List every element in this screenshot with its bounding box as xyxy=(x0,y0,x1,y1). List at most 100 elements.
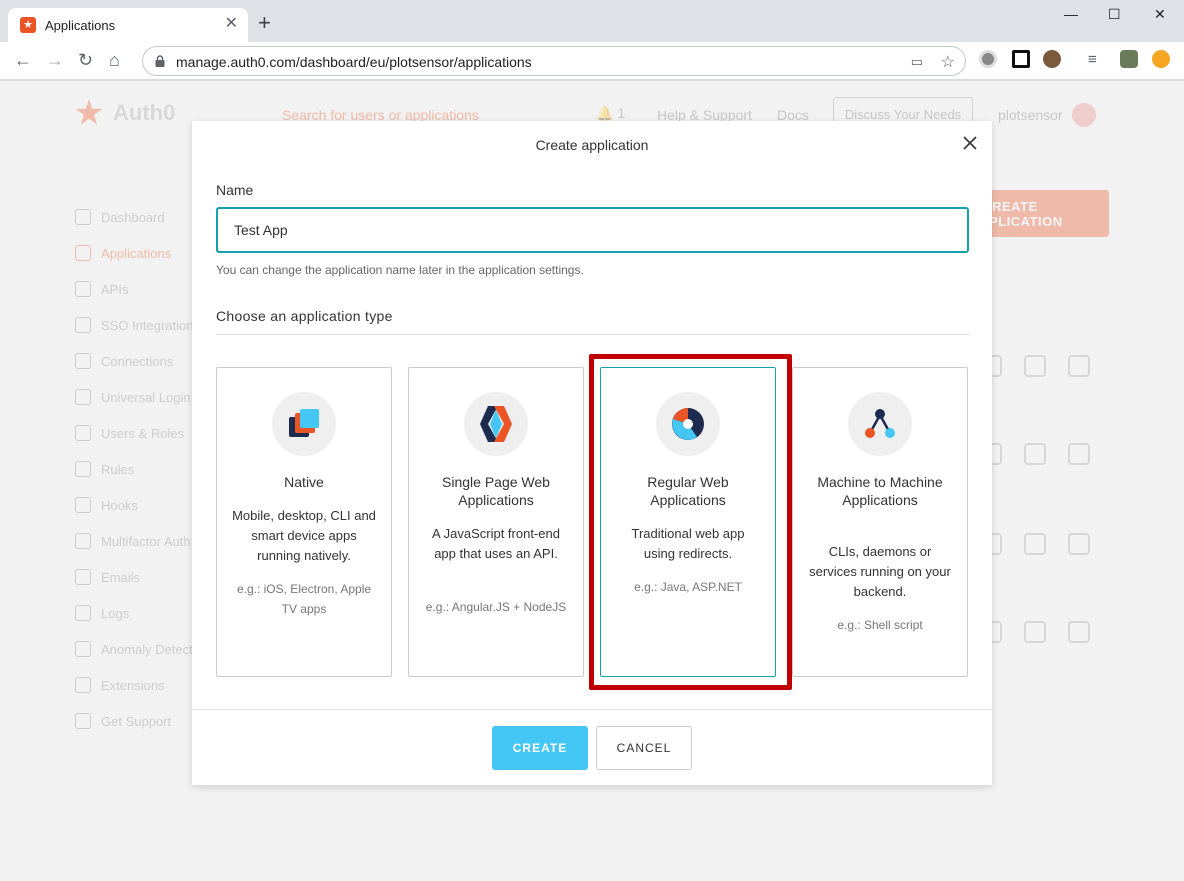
user-avatar[interactable] xyxy=(1072,103,1096,127)
sidebar-item-applications[interactable]: Applications xyxy=(75,235,210,271)
sidebar-item-label: Get Support xyxy=(101,713,172,729)
cast-icon[interactable]: ▭ xyxy=(911,54,923,70)
card-title: Machine to Machine Applications xyxy=(817,474,943,508)
maximize-icon[interactable]: ☐ xyxy=(1108,6,1121,23)
hooks-icon xyxy=(75,497,91,513)
sidebar-item-extensions[interactable]: Extensions xyxy=(75,667,210,703)
share-icon[interactable] xyxy=(1068,533,1090,555)
login-icon xyxy=(75,389,91,405)
media-queue-icon[interactable]: ≡ xyxy=(1088,50,1097,70)
card-title: Native xyxy=(284,474,324,490)
bookmark-star-icon[interactable]: ☆ xyxy=(941,52,955,72)
native-app-icon xyxy=(272,392,336,456)
sidebar-item-hooks[interactable]: Hooks xyxy=(75,487,210,523)
sidebar-nav: Dashboard Applications APIs SSO Integrat… xyxy=(75,199,210,739)
chart-icon[interactable] xyxy=(1068,621,1090,643)
back-arrow-icon[interactable]: ← xyxy=(14,50,32,70)
sidebar-item-label: Applications xyxy=(101,245,172,261)
sidebar-item-emails[interactable]: Emails xyxy=(75,559,210,595)
name-label: Name xyxy=(216,182,254,198)
regular-web-app-icon xyxy=(656,392,720,456)
close-window-icon[interactable]: ✕ xyxy=(1154,6,1166,23)
sidebar-item-label: Universal Login xyxy=(101,389,191,405)
url-text: manage.auth0.com/dashboard/eu/plotsensor… xyxy=(176,54,532,70)
update-icon[interactable] xyxy=(1152,50,1170,68)
sidebar-item-label: APIs xyxy=(101,281,129,297)
chart-icon[interactable] xyxy=(1068,443,1090,465)
sidebar-item-sso[interactable]: SSO Integrations xyxy=(75,307,210,343)
sidebar-item-support[interactable]: Get Support xyxy=(75,703,210,739)
app-type-regular-web[interactable]: Regular Web Applications Traditional web… xyxy=(600,367,776,677)
create-button[interactable]: CREATE xyxy=(492,726,588,770)
card-title: Regular Web Applications xyxy=(647,474,729,508)
cancel-button[interactable]: CANCEL xyxy=(596,726,692,770)
lock-icon xyxy=(155,55,165,67)
sidebar-item-connections[interactable]: Connections xyxy=(75,343,210,379)
extension-circle-icon[interactable] xyxy=(979,50,997,68)
minimize-icon[interactable]: — xyxy=(1064,6,1078,22)
auth0-star-icon xyxy=(75,99,103,125)
app-type-spa[interactable]: Single Page Web Applications A JavaScrip… xyxy=(408,367,584,677)
cloud-icon xyxy=(75,317,91,333)
app-type-native[interactable]: Native Mobile, desktop, CLI and smart de… xyxy=(216,367,392,677)
browser-titlebar: ★ Applications ✕ + — ☐ ✕ xyxy=(0,0,1184,42)
dashboard-icon xyxy=(75,209,91,225)
sidebar-item-logs[interactable]: Logs xyxy=(75,595,210,631)
divider xyxy=(216,334,969,335)
app-row-actions xyxy=(980,621,1112,648)
sidebar-item-dashboard[interactable]: Dashboard xyxy=(75,199,210,235)
app-type-m2m[interactable]: Machine to Machine Applications CLIs, da… xyxy=(792,367,968,677)
mfa-icon xyxy=(75,533,91,549)
application-name-input[interactable] xyxy=(216,207,969,253)
sidebar-item-anomaly[interactable]: Anomaly Detection xyxy=(75,631,210,667)
settings-icon[interactable] xyxy=(1024,621,1046,643)
connections-icon xyxy=(75,353,91,369)
card-example: e.g.: Java, ASP.NET xyxy=(634,580,742,594)
app-row-actions xyxy=(980,443,1112,470)
forward-arrow-icon[interactable]: → xyxy=(46,50,64,70)
card-example: e.g.: Angular.JS + NodeJS xyxy=(425,600,567,614)
card-title: Single Page Web Applications xyxy=(442,474,550,508)
profile-avatar-icon[interactable] xyxy=(1120,50,1138,68)
applications-icon xyxy=(75,245,91,261)
sidebar-item-universal-login[interactable]: Universal Login xyxy=(75,379,210,415)
auth0-favicon-icon: ★ xyxy=(20,17,36,33)
settings-icon[interactable] xyxy=(1024,443,1046,465)
browser-toolbar: ← → ↻ ⌂ manage.auth0.com/dashboard/eu/pl… xyxy=(0,42,1184,80)
auth0-logo: Auth0 xyxy=(75,99,175,127)
card-example: e.g.: Shell script xyxy=(837,618,923,632)
create-application-dialog: Create application Name You can change t… xyxy=(192,121,992,785)
name-hint: You can change the application name late… xyxy=(216,263,584,277)
email-icon xyxy=(75,569,91,585)
card-description: A JavaScript front-end app that uses an … xyxy=(432,526,560,561)
address-bar[interactable]: manage.auth0.com/dashboard/eu/plotsensor… xyxy=(142,46,966,76)
sidebar-item-label: Users & Roles xyxy=(101,425,185,441)
new-tab-icon[interactable]: + xyxy=(258,12,271,34)
extension-cookie-icon[interactable] xyxy=(1043,50,1061,68)
close-icon[interactable] xyxy=(958,131,982,155)
sidebar-item-apis[interactable]: APIs xyxy=(75,271,210,307)
browser-tab[interactable]: ★ Applications ✕ xyxy=(8,8,248,42)
extension-square-icon[interactable] xyxy=(1012,50,1030,68)
tenant-name[interactable]: plotsensor xyxy=(998,107,1063,123)
sidebar-item-rules[interactable]: Rules xyxy=(75,451,210,487)
share-icon[interactable] xyxy=(1068,355,1090,377)
tab-close-icon[interactable]: ✕ xyxy=(225,16,238,32)
code-icon[interactable] xyxy=(1024,533,1046,555)
home-icon[interactable]: ⌂ xyxy=(109,50,120,70)
users-icon xyxy=(75,425,91,441)
sidebar-item-label: Multifactor Auth xyxy=(101,533,191,549)
card-description: Traditional web app using redirects. xyxy=(631,526,745,561)
extensions-icon xyxy=(75,677,91,693)
sidebar-item-mfa[interactable]: Multifactor Auth xyxy=(75,523,210,559)
brand-name: Auth0 xyxy=(113,100,176,125)
code-icon[interactable] xyxy=(1024,355,1046,377)
sidebar-item-users[interactable]: Users & Roles xyxy=(75,415,210,451)
reload-icon[interactable]: ↻ xyxy=(78,50,93,70)
type-heading: Choose an application type xyxy=(216,308,393,324)
sidebar-item-label: Emails xyxy=(101,569,141,585)
card-description: Mobile, desktop, CLI and smart device ap… xyxy=(232,508,376,563)
apis-icon xyxy=(75,281,91,297)
sidebar-item-label: Hooks xyxy=(101,497,138,513)
spa-app-icon xyxy=(464,392,528,456)
